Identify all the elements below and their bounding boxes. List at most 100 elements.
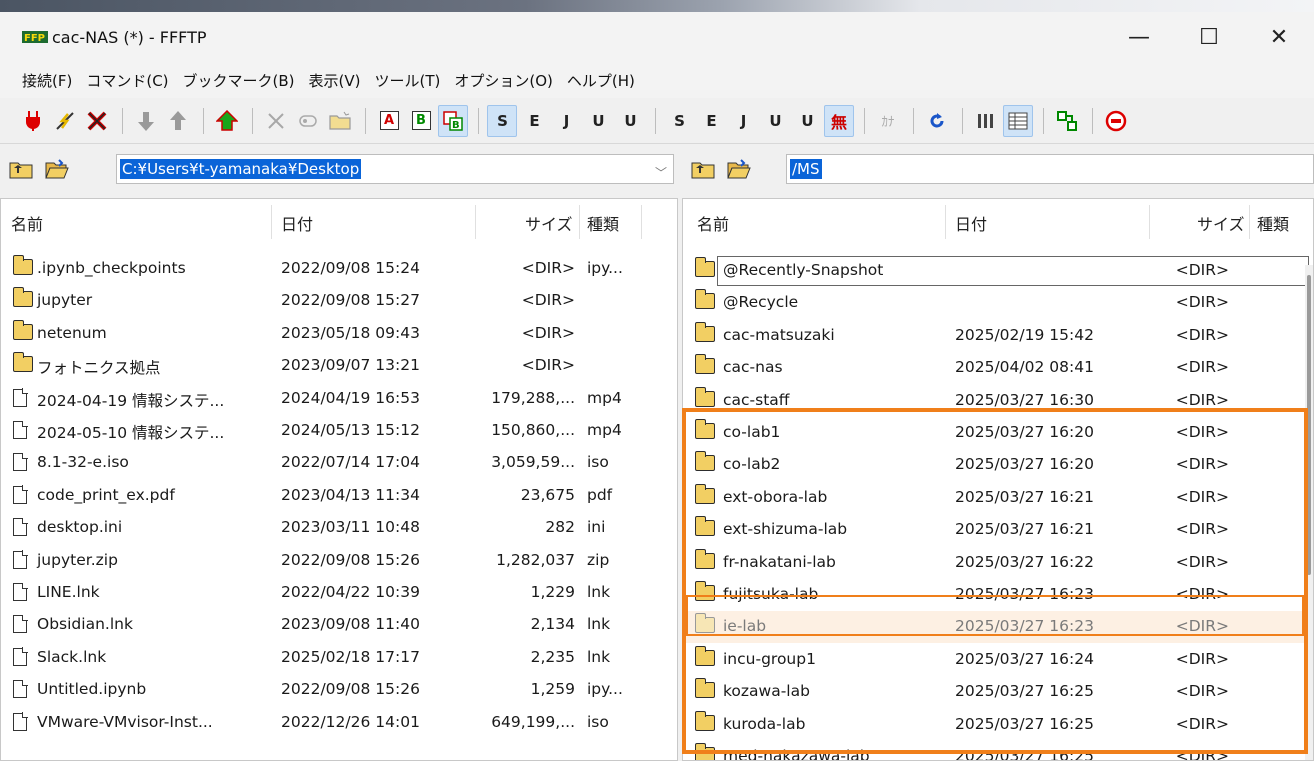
column-divider[interactable] xyxy=(475,205,476,239)
column-divider[interactable] xyxy=(1149,205,1150,239)
local-jis-button[interactable]: J xyxy=(551,105,581,137)
remote-header-size[interactable]: サイズ xyxy=(1197,211,1245,235)
local-header-name[interactable]: 名前 xyxy=(11,211,43,235)
column-divider[interactable] xyxy=(1249,205,1250,239)
auto-mode-button[interactable]: B xyxy=(438,104,468,137)
local-file-row[interactable]: Slack.lnk 2025/02/18 17:17 2,235 lnk xyxy=(1,642,677,674)
binary-mode-button[interactable]: B xyxy=(406,105,436,137)
menu-connect[interactable]: 接続(F) xyxy=(22,70,72,91)
local-header-size[interactable]: サイズ xyxy=(525,211,573,235)
local-file-list[interactable]: 名前 日付 サイズ 種類 .ipynb_checkpoints 2022/09/0… xyxy=(0,198,678,761)
remote-file-row[interactable]: cac-matsuzaki 2025/02/19 15:42 <DIR> xyxy=(683,320,1313,352)
local-file-row[interactable]: LINE.lnk 2022/04/22 10:39 1,229 lnk xyxy=(1,577,677,609)
local-sjis-button[interactable]: S xyxy=(487,104,517,137)
minimize-button[interactable]: — xyxy=(1104,12,1174,62)
remote-sjis-button[interactable]: S xyxy=(664,105,694,137)
rename-button[interactable] xyxy=(293,105,323,137)
remote-file-row[interactable]: co-lab2 2025/03/27 16:20 <DIR> xyxy=(683,449,1313,481)
remote-open-folder-button[interactable] xyxy=(724,154,754,184)
remote-file-row[interactable]: cac-staff 2025/03/27 16:30 <DIR> xyxy=(683,385,1313,417)
no-conversion-button[interactable]: 無 xyxy=(824,104,854,137)
scrollbar-thumb[interactable] xyxy=(1307,275,1311,575)
local-file-row[interactable]: desktop.ini 2023/03/11 10:48 282 ini xyxy=(1,512,677,544)
remote-file-row[interactable]: fr-nakatani-lab 2025/03/27 16:22 <DIR> xyxy=(683,547,1313,579)
menu-command[interactable]: コマンド(C) xyxy=(86,70,168,91)
menu-tools[interactable]: ツール(T) xyxy=(375,70,441,91)
upload-button[interactable] xyxy=(163,105,193,137)
kana-conversion-button[interactable]: ｶﾅ xyxy=(873,105,903,137)
chevron-down-icon[interactable]: ﹀ xyxy=(655,164,667,181)
file-size: <DIR> xyxy=(1175,747,1229,761)
local-open-folder-button[interactable] xyxy=(42,154,72,184)
remote-file-row[interactable]: kuroda-lab 2025/03/27 16:25 <DIR> xyxy=(683,709,1313,741)
local-file-row[interactable]: jupyter.zip 2022/09/08 15:26 1,282,037 zip xyxy=(1,545,677,577)
column-divider[interactable] xyxy=(271,205,272,239)
menu-bookmark[interactable]: ブックマーク(B) xyxy=(183,70,295,91)
remote-file-row[interactable]: @Recently-Snapshot <DIR> xyxy=(683,255,1313,287)
menu-view[interactable]: 表示(V) xyxy=(309,70,361,91)
connect-button[interactable] xyxy=(18,105,48,137)
remote-up-folder-button[interactable] xyxy=(688,154,718,184)
detail-view-button[interactable] xyxy=(1003,104,1033,137)
local-header-type[interactable]: 種類 xyxy=(587,211,619,235)
remote-utf8n-button[interactable]: U xyxy=(760,105,790,137)
remote-header-name[interactable]: 名前 xyxy=(697,211,729,235)
local-file-row[interactable]: code_print_ex.pdf 2023/04/13 11:34 23,675 p… xyxy=(1,480,677,512)
remote-file-row[interactable]: cac-nas 2025/04/02 08:41 <DIR> xyxy=(683,352,1313,384)
auto-mode-label: B xyxy=(452,120,460,131)
download-button[interactable] xyxy=(131,105,161,137)
file-date: 2025/03/27 16:23 xyxy=(955,617,1094,636)
menu-options[interactable]: オプション(O) xyxy=(454,70,553,91)
mirror-upload-button[interactable] xyxy=(212,105,242,137)
column-divider[interactable] xyxy=(945,205,946,239)
local-path-text: C:¥Users¥t-yamanaka¥Desktop xyxy=(120,159,362,179)
local-utf8bom-button[interactable]: U xyxy=(615,105,645,137)
local-file-row[interactable]: Obsidian.lnk 2023/09/08 11:40 2,134 lnk xyxy=(1,609,677,641)
stop-button[interactable] xyxy=(1101,105,1131,137)
local-file-row[interactable]: netenum 2023/05/18 09:43 <DIR> xyxy=(1,318,677,350)
local-up-folder-button[interactable] xyxy=(6,154,36,184)
maximize-button[interactable]: ☐ xyxy=(1174,12,1244,62)
remote-file-row[interactable]: med-nakazawa-lab 2025/03/27 16:25 <DIR> xyxy=(683,741,1313,761)
remote-file-row[interactable]: incu-group1 2025/03/27 16:24 <DIR> xyxy=(683,644,1313,676)
local-file-row[interactable]: VMware-VMvisor-Inst... 2022/12/26 14:01 64… xyxy=(1,707,677,739)
local-file-row[interactable]: 2024-05-10 情報システ... 2024/05/13 15:12 150,8… xyxy=(1,415,677,447)
local-utf8n-button[interactable]: U xyxy=(583,105,613,137)
remote-file-row[interactable]: ie-lab 2025/03/27 16:23 <DIR> xyxy=(683,611,1313,644)
remote-header-type[interactable]: 種類 xyxy=(1257,211,1289,235)
local-file-row[interactable]: 8.1-32-e.iso 2022/07/14 17:04 3,059,59... i… xyxy=(1,447,677,479)
local-file-row[interactable]: 2024-04-19 情報システ... 2024/04/19 16:53 179,2… xyxy=(1,383,677,415)
make-directory-button[interactable] xyxy=(325,105,355,137)
remote-path-input[interactable]: /MS xyxy=(786,154,1314,184)
local-file-row[interactable]: フォトニクス拠点 2023/09/07 13:21 <DIR> xyxy=(1,350,677,382)
close-button[interactable]: ✕ xyxy=(1244,12,1314,62)
remote-file-list[interactable]: 名前 日付 サイズ 種類 @Recently-Snapshot <DIR> @Rec… xyxy=(682,198,1314,761)
remote-header-date[interactable]: 日付 xyxy=(955,211,987,235)
remote-file-row[interactable]: @Recycle <DIR> xyxy=(683,287,1313,319)
remote-vertical-scrollbar[interactable] xyxy=(1305,265,1313,760)
remote-file-row[interactable]: ext-shizuma-lab 2025/03/27 16:21 <DIR> xyxy=(683,514,1313,546)
menu-help[interactable]: ヘルプ(H) xyxy=(567,70,635,91)
column-divider[interactable] xyxy=(579,205,580,239)
local-path-input[interactable]: C:¥Users¥t-yamanaka¥Desktop ﹀ xyxy=(116,154,674,184)
refresh-button[interactable] xyxy=(922,105,952,137)
local-file-row[interactable]: jupyter 2022/09/08 15:27 <DIR> xyxy=(1,285,677,317)
remote-file-row[interactable]: co-lab1 2025/03/27 16:20 <DIR> xyxy=(683,417,1313,449)
remote-jis-button[interactable]: J xyxy=(728,105,758,137)
ascii-mode-button[interactable]: A xyxy=(374,105,404,137)
remote-euc-button[interactable]: E xyxy=(696,105,726,137)
local-euc-button[interactable]: E xyxy=(519,105,549,137)
disconnect-button[interactable] xyxy=(82,105,112,137)
local-header-date[interactable]: 日付 xyxy=(281,211,313,235)
remote-file-row[interactable]: fujitsuka-lab 2025/03/27 16:23 <DIR> xyxy=(683,579,1313,611)
list-view-button[interactable] xyxy=(971,105,1001,137)
remote-utf8bom-button[interactable]: U xyxy=(792,105,822,137)
delete-button[interactable] xyxy=(261,105,291,137)
local-file-row[interactable]: .ipynb_checkpoints 2022/09/08 15:24 <DIR> i… xyxy=(1,253,677,285)
local-file-row[interactable]: Untitled.ipynb 2022/09/08 15:26 1,259 ipy..… xyxy=(1,674,677,706)
column-divider[interactable] xyxy=(641,205,642,239)
sync-folder-button[interactable] xyxy=(1052,105,1082,137)
remote-file-row[interactable]: kozawa-lab 2025/03/27 16:25 <DIR> xyxy=(683,676,1313,708)
remote-file-row[interactable]: ext-obora-lab 2025/03/27 16:21 <DIR> xyxy=(683,482,1313,514)
quick-connect-button[interactable] xyxy=(50,105,80,137)
